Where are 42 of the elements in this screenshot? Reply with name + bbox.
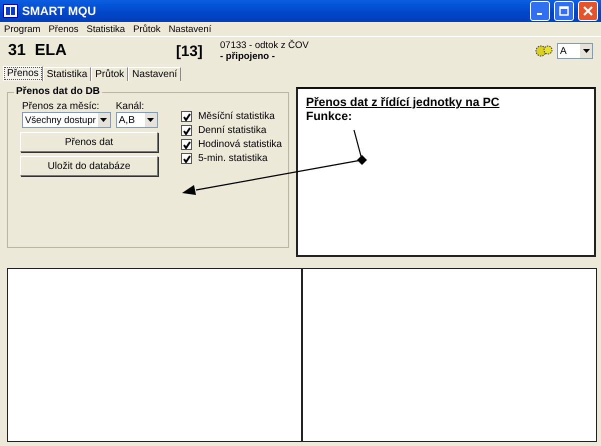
caret-icon	[100, 118, 108, 122]
menu-item[interactable]: Program	[4, 24, 40, 34]
caret-icon	[582, 49, 590, 53]
group-title: Přenos dat do DB	[14, 86, 102, 97]
app-icon	[3, 4, 18, 18]
checkbox-label: Měsíční statistika	[198, 111, 275, 122]
station-index: [13]	[176, 42, 204, 60]
checkbox-label: 5-min. statistika	[198, 153, 268, 164]
minimize-button[interactable]	[530, 1, 550, 21]
menu-item[interactable]: Nastavení	[168, 24, 212, 34]
checkbox[interactable]	[181, 125, 192, 136]
channel-dropdown[interactable]: A,B	[116, 112, 158, 128]
window-title: SMART MQU	[22, 4, 97, 18]
maximize-button[interactable]	[554, 1, 574, 21]
checkbox[interactable]	[181, 153, 192, 164]
checkbox[interactable]	[181, 139, 192, 150]
close-button[interactable]	[578, 1, 598, 21]
checkbox-label: Hodinová statistika	[198, 139, 282, 150]
channel-dropdown[interactable]: A	[557, 43, 593, 59]
month-dropdown[interactable]: Všechny dostupr	[22, 112, 111, 128]
help-subtitle: Funkce:	[306, 109, 354, 123]
status-text: - připojeno -	[220, 51, 276, 62]
maximize-icon	[559, 6, 569, 16]
tab[interactable]: Nastavení	[128, 67, 182, 81]
tab[interactable]: Přenos	[3, 66, 43, 81]
tab[interactable]: Průtok	[91, 67, 128, 81]
caret-icon	[147, 118, 154, 122]
gear-icon[interactable]	[535, 44, 553, 58]
action-button[interactable]: Přenos dat	[20, 132, 158, 152]
menu-item[interactable]: Průtok	[133, 24, 161, 34]
menu-item[interactable]: Přenos	[48, 24, 79, 34]
station-name: 31 ELA	[8, 42, 68, 60]
month-label: Přenos za měsíc:	[22, 101, 100, 112]
location-text: 07133 - odtok z ČOV	[220, 40, 309, 51]
channel-label: Kanál:	[116, 101, 146, 112]
help-title: Přenos dat z řídící jednotky na PC	[306, 95, 500, 109]
tab[interactable]: Statistika	[42, 67, 92, 81]
checkbox[interactable]	[181, 111, 192, 122]
close-icon	[583, 6, 593, 16]
action-button[interactable]: Uložit do databáze	[20, 156, 158, 176]
checkbox-label: Denní statistika	[198, 125, 266, 136]
menu-item[interactable]: Statistika	[86, 24, 126, 34]
